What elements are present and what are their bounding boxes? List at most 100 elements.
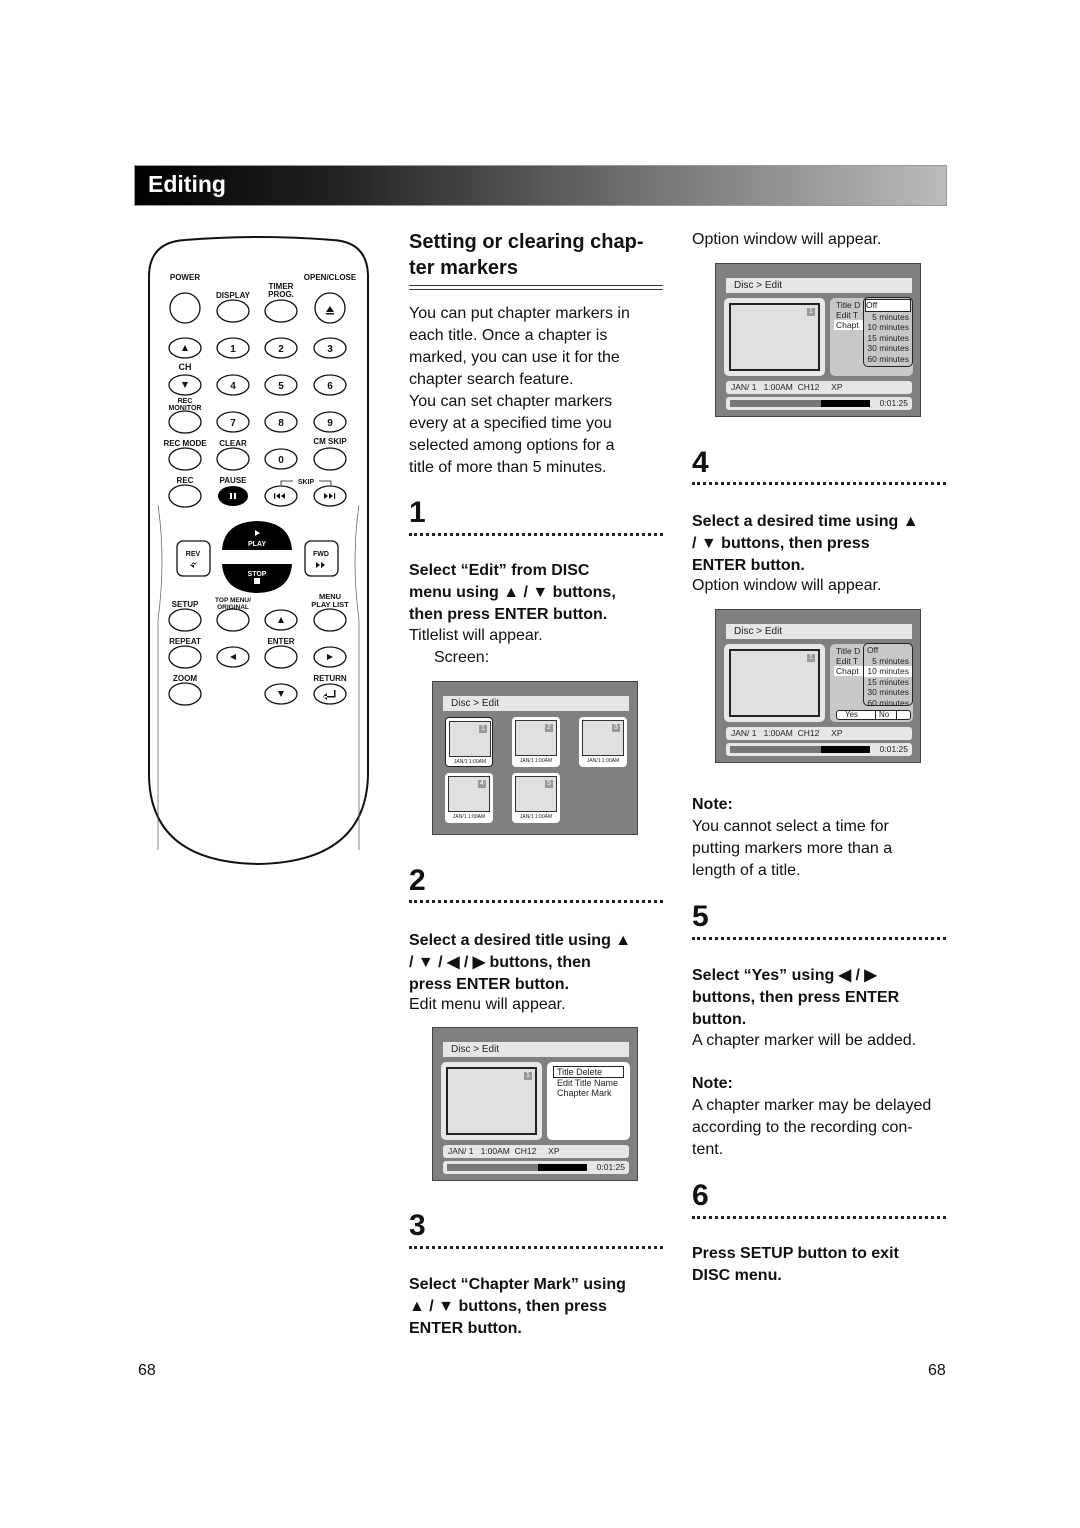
- remote-control-illustration: PLAYSTOP POWER OPEN/CLOSE DISPLAY TIMER …: [148, 236, 369, 866]
- title-tile: 2 JAN/1 1:00AM: [512, 717, 560, 767]
- stop-label: STOP: [248, 571, 267, 578]
- section-header: Editing: [134, 165, 947, 206]
- option-item: 15 minutes: [867, 676, 909, 687]
- instruction-line: Select “Edit” from DISC: [409, 562, 590, 579]
- recording-info: JAN/ 1 1:00AM CH12 XP: [726, 727, 912, 740]
- yes-no-dialog: Yes No: [836, 710, 911, 720]
- screen-breadcrumb: Disc > Edit: [726, 624, 912, 639]
- title-thumbnail: 1: [446, 1067, 537, 1135]
- intro-line: You can put chapter markers in: [409, 305, 630, 322]
- rec-mode-label: REC MODE: [163, 439, 207, 448]
- instruction-line: Select a desired title using ▲: [409, 932, 632, 949]
- option-item: 30 minutes: [867, 343, 909, 353]
- step-2-result: Edit menu will appear.: [409, 996, 566, 1013]
- instruction-line: buttons, then press ENTER: [692, 989, 900, 1006]
- instruction-line: DISC menu.: [692, 1267, 782, 1284]
- repeat-label: REPEAT: [169, 637, 201, 646]
- fwd-button: [304, 540, 339, 577]
- step-3-instruction: Select “Chapter Mark” using ▲ / ▼ buttons…: [409, 1274, 626, 1340]
- note-line: A chapter marker may be delayed: [692, 1097, 932, 1114]
- prog-label: PROG.: [268, 290, 294, 299]
- screen-breadcrumb: Disc > Edit: [726, 278, 912, 293]
- digit-5: 5: [278, 381, 284, 392]
- zoom-label: ZOOM: [173, 674, 197, 683]
- screen-label: Screen:: [434, 649, 490, 666]
- no-option-selected: No: [875, 710, 897, 720]
- title-date: JAN/1 1:00AM: [519, 814, 553, 820]
- title-tile: 4 JAN/1 1:00AM: [445, 773, 493, 823]
- instruction-line: press ENTER button.: [409, 976, 570, 993]
- setup-button: [168, 608, 202, 632]
- step-2-instruction: Select a desired title using ▲ / ▼ / ◀ / …: [409, 930, 631, 996]
- return-label: RETURN: [313, 674, 347, 683]
- step-number: 3: [409, 1209, 426, 1242]
- fwd-label: FWD: [313, 551, 329, 558]
- title-date: JAN/1 1:00AM: [519, 758, 553, 764]
- step-1-result: Titlelist will appear.: [409, 627, 543, 644]
- intro-text: You can put chapter markers in each title…: [409, 303, 630, 479]
- confirm-screen: Disc > Edit 1 Title D Edit T Chapt Off 5 m…: [715, 609, 921, 763]
- note-2: Note: A chapter marker may be delayed acco…: [692, 1073, 931, 1161]
- option-item: 30 minutes: [867, 687, 909, 697]
- section-title: Editing: [148, 171, 226, 197]
- rev-button: [176, 540, 211, 577]
- progress-bar: 0:01:25: [726, 743, 912, 756]
- progress-fill: [730, 746, 821, 753]
- note-line: putting markers more than a: [692, 840, 893, 857]
- title-date: JAN/1 1:00AM: [452, 814, 486, 820]
- intro-line: title of more than 5 minutes.: [409, 459, 607, 476]
- rec-monitor-button: [168, 410, 202, 434]
- elapsed-time: 0:01:25: [879, 744, 908, 754]
- clear-button: [216, 447, 250, 471]
- return-button: [313, 683, 347, 705]
- clear-label: CLEAR: [219, 439, 247, 448]
- intro-line: each title. Once a chapter is: [409, 327, 608, 344]
- intro-line: You can set chapter markers: [409, 393, 613, 410]
- play-label: PLAY: [248, 541, 266, 548]
- title-number: 1: [479, 725, 487, 733]
- digit-2: 2: [278, 344, 284, 355]
- menu-button: [313, 608, 347, 632]
- option-item-selected: Off: [865, 299, 911, 312]
- recording-info: JAN/ 1 1:00AM CH12 XP: [726, 381, 912, 394]
- option-item: 5 minutes: [872, 655, 909, 666]
- menu-item-chapter-mark: Chapter Mark: [557, 1088, 612, 1098]
- power-button: [169, 292, 201, 324]
- instruction-line: ▲ / ▼ buttons, then press: [409, 1298, 607, 1315]
- yes-option: Yes: [845, 710, 859, 719]
- step-4-result: Option window will appear.: [692, 577, 882, 594]
- screen-breadcrumb: Disc > Edit: [443, 696, 629, 711]
- note-label: Note:: [692, 1075, 733, 1092]
- edit-menu-screen: Disc > Edit 1 Title Delete Edit Title Na…: [432, 1027, 638, 1181]
- intro-line: every at a specified time you: [409, 415, 612, 432]
- note-line: You cannot select a time for: [692, 818, 889, 835]
- display-label: DISPLAY: [216, 291, 251, 300]
- instruction-line: Select “Chapter Mark” using: [409, 1276, 626, 1293]
- note-line: length of a title.: [692, 862, 801, 879]
- note-line: tent.: [692, 1141, 724, 1158]
- progress-bar: 0:01:25: [726, 397, 912, 410]
- menu-item-edit-title-name: Edit Title Name: [557, 1078, 619, 1088]
- digit-8: 8: [278, 418, 284, 429]
- top-menu-label: TOP MENU/: [215, 597, 251, 604]
- time-options: Off 5 minutes 10 minutes 15 minutes 30 minu…: [863, 297, 913, 367]
- top-menu-button: [216, 608, 250, 632]
- setup-label: SETUP: [172, 600, 199, 609]
- digit-7: 7: [230, 418, 236, 429]
- option-window-text: Option window will appear.: [692, 231, 882, 248]
- digit-4: 4: [230, 381, 236, 392]
- skip-label: SKIP: [298, 479, 315, 486]
- enter-label: ENTER: [267, 637, 294, 646]
- option-item: 60 minutes: [867, 697, 909, 708]
- rec-label: REC: [177, 476, 194, 485]
- step-number: 6: [692, 1179, 709, 1212]
- page-number-right: 68: [928, 1362, 946, 1379]
- rec-monitor-label: REC: [178, 398, 193, 405]
- intro-line: chapter search feature.: [409, 371, 574, 388]
- original-label: ORIGINAL: [217, 604, 249, 611]
- time-options: Off 5 minutes 10 minutes 15 minutes 30 minu…: [863, 643, 913, 708]
- step-number: 5: [692, 900, 709, 933]
- option-item: 5 minutes: [872, 311, 909, 322]
- page-number-left: 68: [138, 1362, 156, 1379]
- pause-button: [218, 486, 248, 506]
